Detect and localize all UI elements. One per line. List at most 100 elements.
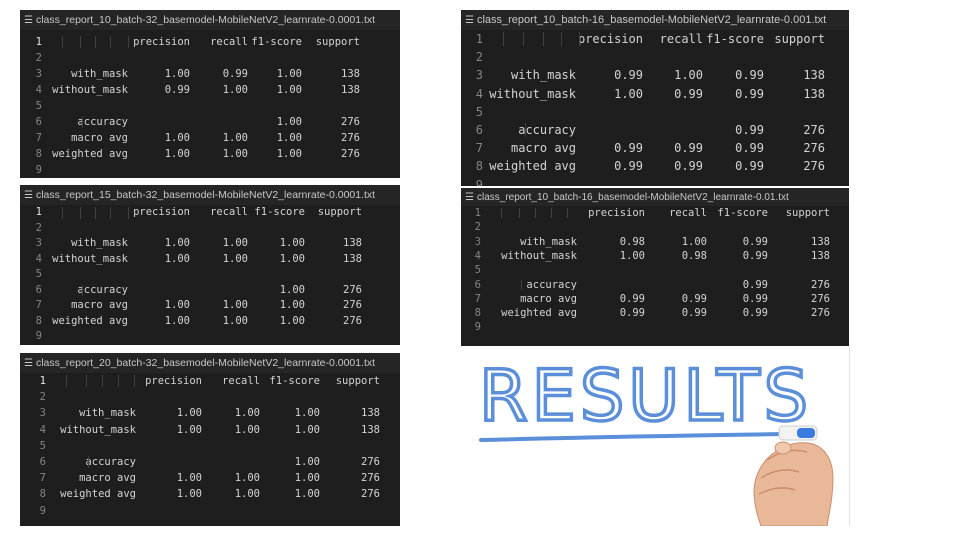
metric-value: 1.00: [279, 283, 305, 296]
code-line[interactable]: 5: [20, 267, 400, 283]
metric-value: 1.00: [176, 488, 202, 501]
code-line[interactable]: 4 without_mask 1.00 1.00 1.00 138: [20, 252, 400, 268]
metric-value: 1.00: [176, 423, 202, 436]
line-number: 4: [35, 84, 42, 96]
code-line[interactable]: 7 macro avg 1.00 1.00 1.00 276: [20, 298, 400, 314]
metric-value: 1.00: [234, 423, 260, 436]
row-label: without_mask: [52, 252, 128, 265]
code-line[interactable]: 8 weighted avg 1.00 1.00 1.00 276: [20, 486, 400, 502]
code-line[interactable]: 3 with_mask 1.00 1.00 1.00 138: [20, 236, 400, 252]
metric-value: 276: [343, 283, 362, 296]
code-line[interactable]: 2: [461, 48, 849, 66]
code-line[interactable]: 8 weighted avg 1.00 1.00 1.00 276: [20, 314, 400, 330]
code-line[interactable]: 3 with_mask 0.99 1.00 0.99 138: [461, 66, 849, 84]
code-line[interactable]: 2: [461, 220, 849, 234]
indent-guide: [95, 36, 96, 48]
code-line[interactable]: 7 macro avg 1.00 1.00 1.00 276: [20, 470, 400, 486]
metric-value: 1.00: [164, 314, 190, 327]
code-line[interactable]: 9: [20, 162, 400, 178]
row-label: weighted avg: [52, 314, 128, 327]
metric-value: 0.99: [742, 307, 768, 320]
row-label: without_mask: [489, 86, 576, 101]
code-area[interactable]: 1 precision recall f1-score support 2 3 with_ma…: [20, 205, 400, 345]
file-tab[interactable]: ☰ class_report_10_batch-32_basemodel-Mob…: [20, 10, 400, 30]
file-tab[interactable]: ☰ class_report_20_batch-32_basemodel-Mob…: [20, 353, 400, 373]
metric-value: 276: [811, 292, 830, 305]
code-line[interactable]: 9: [461, 320, 849, 334]
code-line[interactable]: 9: [20, 503, 400, 519]
code-line[interactable]: 6 accuracy 0.99 276: [461, 278, 849, 292]
code-area[interactable]: 1 precision recall f1-score support 2 3 with_ma…: [461, 30, 849, 186]
code-line[interactable]: 4 without_mask 0.99 1.00 1.00 138: [20, 82, 400, 98]
code-line[interactable]: 5: [461, 263, 849, 277]
indent-guide: [523, 32, 524, 47]
code-line[interactable]: 3 with_mask 0.98 1.00 0.99 138: [461, 235, 849, 249]
code-line[interactable]: 4 without_mask 1.00 0.98 0.99 138: [461, 249, 849, 263]
code-line[interactable]: 6 accuracy 1.00 276: [20, 114, 400, 130]
indent-guide: [80, 36, 81, 48]
indent-guide: [62, 207, 63, 219]
code-line[interactable]: 9: [20, 329, 400, 345]
code-line[interactable]: 4 without_mask 1.00 0.99 0.99 138: [461, 85, 849, 103]
metric-value: 0.99: [742, 249, 768, 262]
code-line[interactable]: 4 without_mask 1.00 1.00 1.00 138: [20, 422, 400, 438]
indent-guide: [543, 32, 544, 47]
file-tab-label: class_report_10_batch-16_basemodel-Mobil…: [476, 14, 827, 26]
line-number: 9: [39, 504, 46, 517]
metric-value: 1.00: [294, 488, 320, 501]
line-number: 7: [474, 292, 481, 305]
code-line[interactable]: 2: [20, 50, 400, 66]
code-line[interactable]: 7 macro avg 0.99 0.99 0.99 276: [461, 292, 849, 306]
file-tab[interactable]: ☰ class_report_10_batch-16_basemodel-Mob…: [461, 188, 849, 206]
code-line[interactable]: 1 precision recall f1-score support: [461, 30, 849, 48]
code-line[interactable]: 3 with_mask 1.00 1.00 1.00 138: [20, 405, 400, 421]
code-line[interactable]: 1 precision recall f1-score support: [20, 34, 400, 50]
file-tab[interactable]: ☰ class_report_15_batch-32_basemodel-Mob…: [20, 185, 400, 205]
line-number: 7: [39, 472, 46, 485]
code-line[interactable]: 8 weighted avg 0.99 0.99 0.99 276: [461, 306, 849, 320]
row-label: without_mask: [52, 84, 128, 96]
code-line[interactable]: 2: [20, 389, 400, 405]
line-number: 4: [474, 249, 481, 262]
code-line[interactable]: 7 macro avg 0.99 0.99 0.99 276: [461, 139, 849, 157]
metric-value: 1.00: [619, 249, 645, 262]
code-line[interactable]: 8 weighted avg 1.00 1.00 1.00 276: [20, 146, 400, 162]
code-area[interactable]: 1 precision recall f1-score support 2 3 with_ma…: [20, 373, 400, 526]
code-line[interactable]: 5: [461, 103, 849, 121]
code-line[interactable]: 7 macro avg 1.00 1.00 1.00 276: [20, 130, 400, 146]
metric-value: 1.00: [234, 488, 260, 501]
metric-value: 1.00: [276, 148, 302, 160]
code-area[interactable]: 1 precision recall f1-score support 2 3 with_ma…: [461, 206, 849, 346]
code-line[interactable]: 1 precision recall f1-score support: [20, 205, 400, 221]
code-line[interactable]: 6 accuracy 1.00 276: [20, 283, 400, 299]
code-line[interactable]: 3 with_mask 1.00 0.99 1.00 138: [20, 66, 400, 82]
line-number: 7: [35, 132, 42, 144]
code-line[interactable]: 2: [20, 221, 400, 237]
code-line[interactable]: 6 accuracy 1.00 276: [20, 454, 400, 470]
text-file-icon: ☰: [465, 191, 474, 203]
editor-panel-2: ☰ class_report_15_batch-32_basemodel-Mob…: [20, 185, 400, 345]
code-line[interactable]: 1 precision recall f1-score support: [20, 373, 400, 389]
metric-value: 0.99: [222, 68, 248, 80]
metric-value: 138: [341, 84, 360, 96]
code-line[interactable]: 5: [20, 438, 400, 454]
column-header: recall: [222, 375, 260, 387]
metric-value: 0.99: [735, 159, 764, 174]
indent-guide: [561, 32, 562, 47]
code-line[interactable]: 6 accuracy 0.99 276: [461, 121, 849, 139]
code-line[interactable]: 9: [461, 176, 849, 186]
code-line[interactable]: 1 precision recall f1-score support: [461, 206, 849, 220]
row-label: with_mask: [79, 407, 136, 420]
code-area[interactable]: 1 precision recall f1-score support 2 3 with_ma…: [20, 30, 400, 178]
code-line[interactable]: 8 weighted avg 0.99 0.99 0.99 276: [461, 157, 849, 175]
metric-value: 0.99: [619, 292, 645, 305]
metric-value: 1.00: [279, 252, 305, 265]
indent-guide: [102, 375, 103, 388]
metric-value: 138: [341, 68, 360, 80]
code-line[interactable]: 5: [20, 98, 400, 114]
metric-value: 1.00: [294, 423, 320, 436]
file-tab[interactable]: ☰ class_report_10_batch-16_basemodel-Mob…: [461, 10, 849, 30]
indent-guide: [579, 32, 580, 47]
metric-value: 276: [803, 159, 825, 174]
metric-value: 0.99: [735, 86, 764, 101]
